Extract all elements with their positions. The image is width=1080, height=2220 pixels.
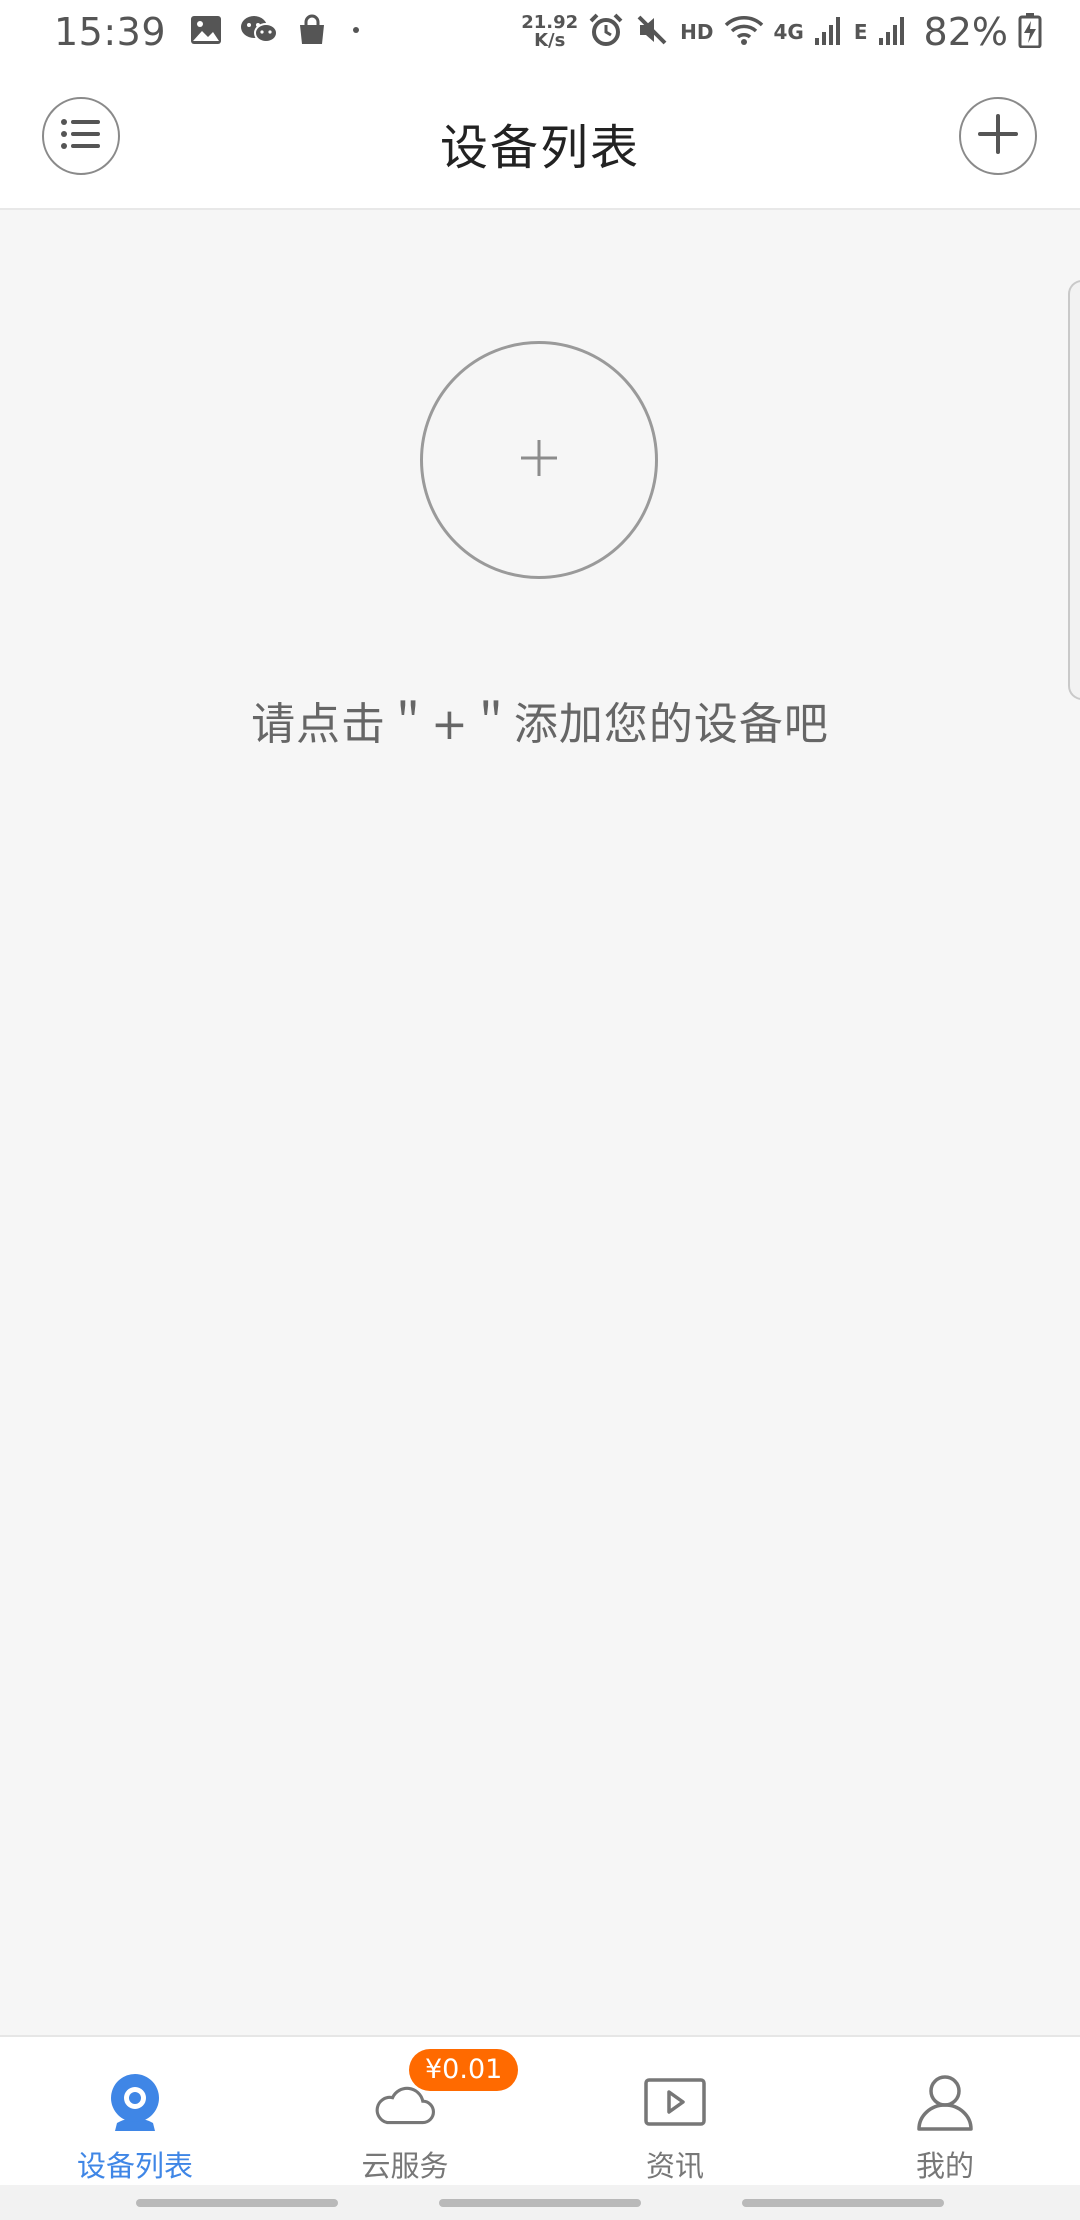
wechat-icon (240, 14, 279, 50)
nav-item-device-list[interactable]: 设备列表 (0, 2037, 270, 2185)
dot-icon (346, 20, 366, 44)
system-status-icons: 21.92 K/s HD 4G E 82% (521, 10, 1042, 54)
cellular-signal-icon-2 (878, 14, 908, 50)
gesture-bar-center[interactable] (439, 2199, 641, 2207)
hd-label: HD (680, 20, 714, 44)
nav-item-cloud-service[interactable]: 云服务 ¥0.01 (270, 2037, 540, 2185)
user-icon (913, 2071, 977, 2135)
price-badge: ¥0.01 (409, 2049, 519, 2091)
gesture-bar-right[interactable] (742, 2199, 944, 2207)
nav-item-me[interactable]: 我的 (810, 2037, 1080, 2185)
battery-percent: 82% (923, 10, 1008, 54)
mute-icon (634, 12, 670, 52)
bottom-navigation: 设备列表 云服务 ¥0.01 资讯 我的 (0, 2035, 1080, 2185)
plus-icon (976, 112, 1020, 160)
network-speed-unit: K/s (534, 30, 566, 51)
signal-e-label: E (853, 20, 868, 44)
cellular-signal-icon (814, 14, 844, 50)
status-time: 15:39 (54, 10, 167, 54)
image-icon (190, 15, 222, 49)
nav-label-device-list: 设备列表 (76, 2149, 193, 2183)
camera-icon (103, 2071, 167, 2135)
gesture-navigation-area (0, 2185, 1080, 2220)
plus-icon (519, 438, 559, 482)
nav-item-news[interactable]: 资讯 (540, 2037, 810, 2185)
shopping-bag-icon (296, 14, 328, 50)
notification-icons (190, 14, 366, 50)
add-device-button[interactable] (959, 97, 1037, 175)
wifi-icon (724, 13, 764, 51)
battery-charging-icon (1018, 12, 1042, 52)
video-play-icon (643, 2071, 707, 2135)
status-bar: 15:39 21.92 K/s HD 4G E 82% (0, 0, 1080, 64)
nav-label-news: 资讯 (645, 2149, 704, 2183)
top-app-bar: 设备列表 (0, 64, 1080, 210)
nav-label-me: 我的 (915, 2149, 974, 2183)
nav-label-cloud-service: 云服务 (361, 2149, 449, 2183)
empty-add-device-button[interactable] (420, 341, 658, 579)
side-drawer-handle[interactable] (1068, 280, 1080, 700)
signal-4g-label: 4G (773, 20, 804, 44)
page-title: 设备列表 (439, 120, 640, 176)
app-screen: 15:39 21.92 K/s HD 4G E 82% 设备列表 请点击＂+＂添… (0, 0, 1080, 2220)
alarm-icon (588, 12, 624, 52)
network-speed: 21.92 K/s (521, 14, 578, 50)
gesture-bar-left[interactable] (136, 2199, 338, 2207)
empty-state-hint: 请点击＂+＂添加您的设备吧 (251, 699, 829, 750)
